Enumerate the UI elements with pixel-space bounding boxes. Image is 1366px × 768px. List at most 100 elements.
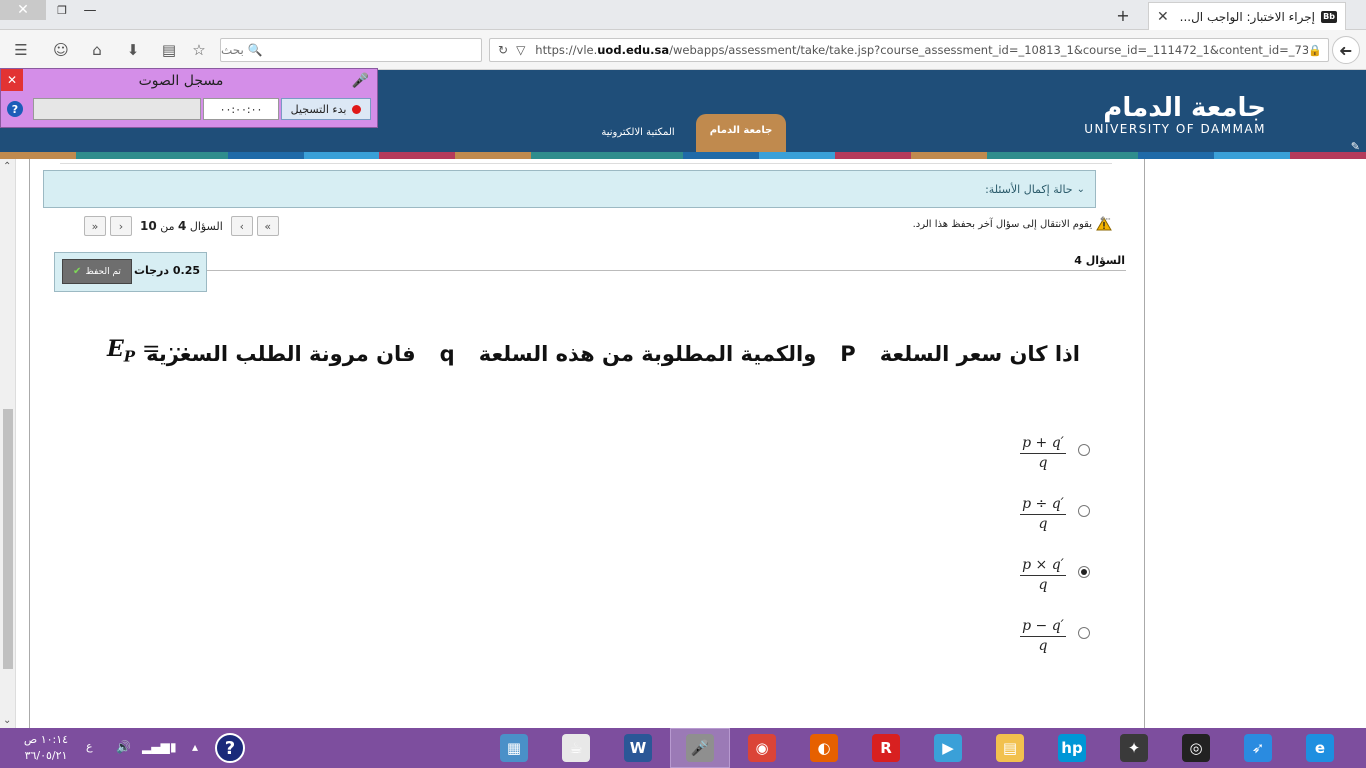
divider <box>60 160 1112 164</box>
taskbar-app[interactable]: ◐ <box>794 728 854 768</box>
speaker-app-icon: ◎ <box>1182 734 1210 762</box>
window-minimize-button[interactable]: — <box>78 0 102 20</box>
download-icon[interactable]: ⬇ <box>122 39 144 61</box>
next-question-button[interactable]: › <box>110 216 132 236</box>
question-part-2: والكمية المطلوبة من هذه السلعة <box>478 342 817 366</box>
taskbar-app[interactable]: ✦ <box>1104 728 1164 768</box>
taskbar-app[interactable]: ◎ <box>1166 728 1226 768</box>
taskbar-app[interactable]: ◉ <box>732 728 792 768</box>
taskbar-app[interactable]: ▦ <box>484 728 544 768</box>
question-pager: » › السؤال 4 من 10 ‹ « <box>84 215 279 237</box>
search-input[interactable]: 🔍 بحث <box>220 38 482 62</box>
saved-label: تم الحفظ <box>85 266 121 277</box>
first-question-button[interactable]: « <box>256 216 279 236</box>
taskbar-app[interactable]: ☕ <box>546 728 606 768</box>
stripe-segment <box>834 152 911 159</box>
new-tab-button[interactable]: + <box>1114 6 1132 25</box>
microphone-icon: 🎤 <box>351 73 369 89</box>
option-radio-button[interactable] <box>1078 566 1090 578</box>
last-question-button[interactable]: » <box>84 216 106 236</box>
window-restore-button[interactable]: ❐ <box>50 0 74 20</box>
show-hidden-icons-icon[interactable]: ▴ <box>192 740 198 754</box>
question-number: السؤال 4 <box>1070 254 1125 267</box>
status-label: حالة إكمال الأسئلة: <box>985 182 1073 196</box>
record-dot-icon <box>352 104 362 114</box>
previous-question-button[interactable]: ‹ <box>230 216 253 236</box>
taskbar-app[interactable]: e <box>1290 728 1350 768</box>
url-text: https://vle.uod.edu.sa/webapps/assessmen… <box>535 43 1309 57</box>
option-radio-button[interactable] <box>1078 627 1090 639</box>
option-denominator: q <box>1038 577 1048 593</box>
scrollbar-thumb[interactable] <box>3 409 13 669</box>
internet-explorer-icon: e <box>1306 734 1334 762</box>
browser-tab[interactable]: Bb إجراء الاختبار: الواجب ال... ✕ <box>1148 2 1346 30</box>
feedback-smiley-icon[interactable]: ☺ <box>50 39 72 61</box>
stripe-segment <box>151 152 228 159</box>
option-fraction: p + q′ q <box>1020 434 1066 472</box>
focus-arrow-icon: ⇠ <box>1100 212 1111 227</box>
university-logo[interactable]: جامعة الدمام UNIVERSITY OF DAMMAM <box>1084 94 1266 136</box>
dropdown-icon[interactable]: ▽ <box>516 43 525 57</box>
stripe-segment <box>1138 152 1215 159</box>
option-fraction: p − q′ q <box>1020 617 1066 655</box>
windows-taskbar: ١٠:١٤ ص ٣٦/٠٥/٢١ ع 🔊 ▂▄▆ ▮ ▴ ? ▦ ☕ W 🎤 ◉ ◐ R ▶ ▤… <box>0 728 1366 768</box>
system-clock[interactable]: ١٠:١٤ ص ٣٦/٠٥/٢١ <box>20 732 72 764</box>
answer-option[interactable]: p + q′ q <box>1010 434 1100 478</box>
help-app-icon[interactable]: ? <box>215 733 245 763</box>
question-completion-status[interactable]: ⌄ حالة إكمال الأسئلة: <box>43 170 1096 208</box>
answer-option[interactable]: p × q′ q <box>1010 556 1100 600</box>
answer-option[interactable]: p ÷ q′ q <box>1010 495 1100 539</box>
taskbar-app[interactable]: ▶ <box>918 728 978 768</box>
taskbar-app[interactable]: R <box>856 728 916 768</box>
reading-list-icon[interactable]: ▤ <box>158 39 180 61</box>
question-variable-q: q <box>439 342 455 366</box>
saved-button[interactable]: تم الحفظ ✔ <box>62 259 132 284</box>
battery-icon[interactable]: ▮ <box>170 740 177 754</box>
rocket-icon: ➶ <box>1244 734 1272 762</box>
menu-icon[interactable]: ☰ <box>10 39 32 61</box>
option-numerator: p − q′ <box>1020 617 1066 637</box>
pager-text: السؤال 4 من 10 <box>140 219 223 233</box>
bookmark-star-icon[interactable]: ☆ <box>188 39 210 61</box>
recording-level-bar <box>33 98 201 120</box>
stripe-segment <box>227 152 304 159</box>
file-explorer-icon: ▤ <box>996 734 1024 762</box>
recorder-close-button[interactable]: ✕ <box>1 69 23 91</box>
firefox-icon: ◐ <box>810 734 838 762</box>
recorder-title: مسجل الصوت <box>138 73 224 89</box>
warning-text: يقوم الانتقال إلى سؤال آخر بحفظ هذا الرد… <box>912 218 1092 230</box>
volume-icon[interactable]: 🔊 <box>116 740 131 754</box>
recorder-help-button[interactable]: ? <box>7 101 23 117</box>
tab-e-library[interactable]: المكتبة الالكترونية <box>588 122 688 142</box>
taskbar-app[interactable]: ▤ <box>980 728 1040 768</box>
search-icon: 🔍 <box>247 43 263 57</box>
network-signal-icon[interactable]: ▂▄▆ <box>142 740 170 754</box>
scroll-up-icon[interactable]: ⌃ <box>3 161 11 172</box>
option-radio-button[interactable] <box>1078 444 1090 456</box>
window-close-button[interactable]: ✕ <box>0 0 46 20</box>
tab-close-icon[interactable]: ✕ <box>1157 9 1169 25</box>
vertical-scrollbar[interactable]: ⌃ ⌄ <box>0 159 16 728</box>
option-radio-button[interactable] <box>1078 505 1090 517</box>
address-bar[interactable]: ↻ ▽ https://vle.uod.edu.sa/webapps/asses… <box>489 38 1329 62</box>
logo-english: UNIVERSITY OF DAMMAM <box>1084 122 1266 136</box>
taskbar-app[interactable]: W <box>608 728 668 768</box>
recorder-r-icon: R <box>872 734 900 762</box>
taskbar-app[interactable]: ➶ <box>1228 728 1288 768</box>
home-icon[interactable]: ⌂ <box>86 39 108 61</box>
content-frame <box>29 159 1145 728</box>
answer-option[interactable]: p − q′ q <box>1010 617 1100 661</box>
stripe-segment <box>455 152 532 159</box>
taskbar-app[interactable]: hp <box>1042 728 1102 768</box>
language-indicator[interactable]: ع <box>86 740 93 753</box>
reload-icon[interactable]: ↻ <box>498 43 508 57</box>
word-icon: W <box>624 734 652 762</box>
scroll-down-icon[interactable]: ⌄ <box>3 715 11 726</box>
option-fraction: p ÷ q′ q <box>1020 495 1066 533</box>
lock-icon: 🔒 <box>1308 43 1322 57</box>
voice-recorder-widget: ✕ مسجل الصوت 🎤 ? ٠٠:٠٠:٠٠ بدء التسجيل <box>0 68 378 128</box>
taskbar-app[interactable]: 🎤 <box>670 728 730 768</box>
question-divider <box>206 270 1126 271</box>
back-button[interactable]: ➜ <box>1332 36 1360 64</box>
start-recording-button[interactable]: بدء التسجيل <box>281 98 371 120</box>
